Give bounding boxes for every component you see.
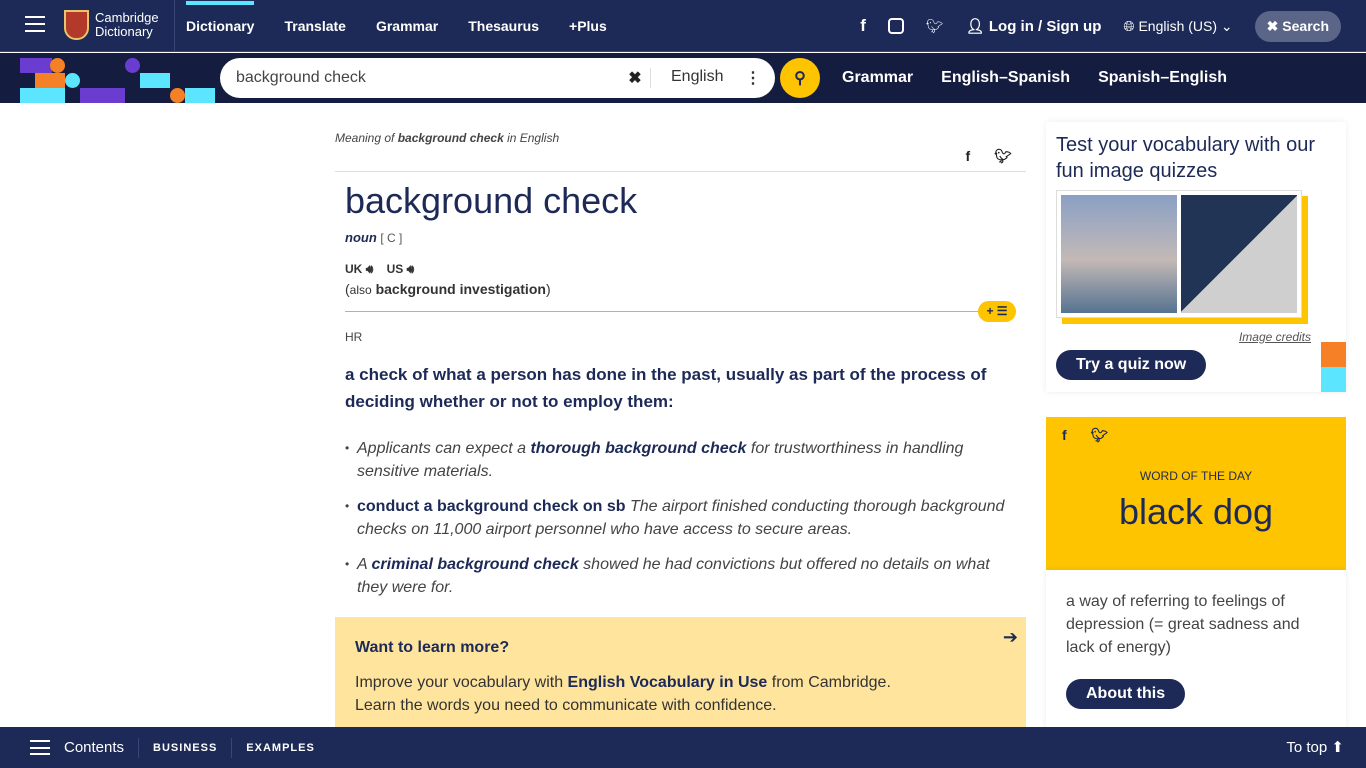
entry: Meaning of background check in English f… — [335, 120, 1026, 611]
search-toggle-label: Search — [1282, 17, 1329, 34]
domain-label: HR — [345, 330, 363, 344]
instagram-icon[interactable] — [887, 18, 904, 34]
search-icon: ⚲ — [794, 70, 806, 87]
decoration — [1321, 367, 1346, 392]
globe-icon: 🌐︎ — [1123, 17, 1139, 34]
speaker-icon[interactable]: 🔊︎ — [366, 262, 374, 276]
wotd-body: a way of referring to feelings of depres… — [1046, 570, 1346, 730]
wotd-label: WORD OF THE DAY — [1139, 469, 1253, 483]
footer-bar: Contents BUSINESS EXAMPLES To top ⬆︎ — [0, 727, 1366, 768]
top-header: Cambridge Dictionary Dictionary Translate… — [0, 0, 1366, 52]
decoration — [125, 58, 140, 73]
arrow-right-icon[interactable]: ➔ — [1003, 627, 1018, 648]
definition: a check of what a person has done in the… — [345, 365, 987, 411]
also-variant: (also background investigation) — [345, 281, 551, 297]
decoration — [170, 88, 185, 103]
link-spanish-english[interactable]: Spanish–English — [1098, 69, 1227, 87]
decoration — [65, 73, 80, 88]
image-credits-link[interactable]: Image credits — [1056, 330, 1311, 344]
facebook-icon[interactable]: f — [860, 16, 866, 36]
nav-dictionary[interactable]: Dictionary — [186, 1, 255, 34]
grammar-code: [ C ] — [380, 231, 403, 245]
us-label: US — [386, 262, 404, 276]
cambridge-logo[interactable]: Cambridge Dictionary — [64, 10, 159, 40]
twitter-icon[interactable]: 🐦︎ — [926, 18, 944, 35]
menu-icon[interactable] — [25, 16, 45, 32]
nav-thesaurus[interactable]: Thesaurus — [468, 18, 539, 34]
about-this-button[interactable]: About this — [1066, 679, 1186, 709]
facebook-icon[interactable]: f — [966, 148, 971, 165]
contents-button[interactable]: Contents — [64, 739, 124, 756]
link-english-spanish[interactable]: English–Spanish — [941, 69, 1070, 87]
clear-icon[interactable]: ✖ — [620, 68, 650, 88]
quiz-title: Test your vocabulary with our fun image … — [1056, 134, 1316, 182]
add-to-list-button[interactable]: + ☰ — [978, 301, 1016, 322]
main-nav: Dictionary Translate Grammar Thesaurus +… — [186, 0, 607, 52]
learn-title: Want to learn more? — [355, 639, 510, 656]
windmill-image[interactable] — [1181, 195, 1297, 313]
nav-plus[interactable]: +Plus — [569, 18, 607, 34]
headword: background check — [345, 180, 638, 221]
try-quiz-button[interactable]: Try a quiz now — [1056, 350, 1207, 380]
meaning-caption: Meaning of background check in English — [335, 131, 560, 145]
logo-text: Cambridge — [95, 10, 159, 25]
footer-link-examples[interactable]: EXAMPLES — [231, 737, 329, 758]
learn-text: Learn the words you need to communicate … — [355, 697, 777, 714]
decoration — [35, 73, 65, 88]
decoration — [20, 88, 65, 103]
example: A criminal background check showed he ha… — [345, 553, 1016, 599]
close-icon: ✖ — [1266, 17, 1283, 34]
wotd-definition: a way of referring to feelings of depres… — [1066, 593, 1300, 656]
divider — [174, 0, 175, 52]
search-button[interactable]: ⚲ — [780, 58, 820, 98]
to-top-button[interactable]: To top ⬆︎ — [1286, 738, 1344, 756]
facebook-icon[interactable]: f — [1062, 427, 1067, 444]
twitter-icon[interactable]: 🐦︎ — [994, 148, 1012, 165]
arrow-up-circle-icon: ⬆︎ — [1331, 739, 1344, 756]
decoration — [50, 58, 65, 73]
nav-translate[interactable]: Translate — [284, 18, 345, 34]
part-of-speech: noun — [345, 230, 377, 245]
language-label: English (US) — [1138, 17, 1218, 34]
twitter-icon[interactable]: 🐦︎ — [1091, 427, 1109, 444]
decoration — [140, 73, 170, 88]
sense-divider: + ☰ — [345, 301, 1016, 322]
dictionary-selector[interactable]: English ⋮ — [650, 68, 775, 88]
more-icon: ⋮ — [745, 70, 761, 87]
quiz-card: Test your vocabulary with our fun image … — [1046, 122, 1346, 392]
word-of-the-day: f 🐦︎ WORD OF THE DAY black dog — [1046, 417, 1346, 570]
footer-link-business[interactable]: BUSINESS — [138, 737, 231, 758]
user-icon: 👤︎ — [965, 18, 989, 35]
example: Applicants can expect a thorough backgro… — [345, 437, 1016, 483]
uk-label: UK — [345, 262, 363, 276]
example: conduct a background check on sb The air… — [345, 495, 1016, 541]
login-label: Log in / Sign up — [988, 18, 1102, 35]
menu-icon[interactable] — [30, 740, 50, 755]
language-selector[interactable]: 🌐︎ English (US) ⌄ — [1123, 18, 1232, 35]
decoration — [20, 58, 52, 73]
dictionary-label: English — [671, 68, 724, 85]
search-query[interactable]: background check — [220, 69, 620, 87]
skyscrapers-image[interactable] — [1061, 195, 1177, 313]
decoration — [80, 88, 125, 103]
decoration — [1321, 342, 1346, 367]
learn-text: Improve your vocabulary with English Voc… — [355, 674, 891, 691]
wotd-word[interactable]: black dog — [1046, 491, 1346, 533]
link-grammar[interactable]: Grammar — [842, 69, 913, 87]
examples: Applicants can expect a thorough backgro… — [345, 437, 1016, 599]
speaker-icon[interactable]: 🔊︎ — [407, 262, 415, 276]
crest-icon — [64, 10, 89, 40]
nav-grammar[interactable]: Grammar — [376, 18, 438, 34]
to-top-label: To top — [1286, 739, 1328, 756]
decoration — [185, 88, 215, 103]
chevron-down-icon: ⌄ — [1217, 17, 1233, 34]
divider — [335, 171, 1026, 172]
logo-text: Dictionary — [95, 24, 153, 39]
search-input[interactable]: background check ✖ English ⋮ — [220, 58, 775, 98]
learn-more-banner[interactable]: ➔ Want to learn more? Improve your vocab… — [335, 617, 1026, 732]
search-toggle-button[interactable]: ✖ Search — [1254, 10, 1341, 42]
login-link[interactable]: 👤︎ Log in / Sign up — [966, 17, 1102, 35]
